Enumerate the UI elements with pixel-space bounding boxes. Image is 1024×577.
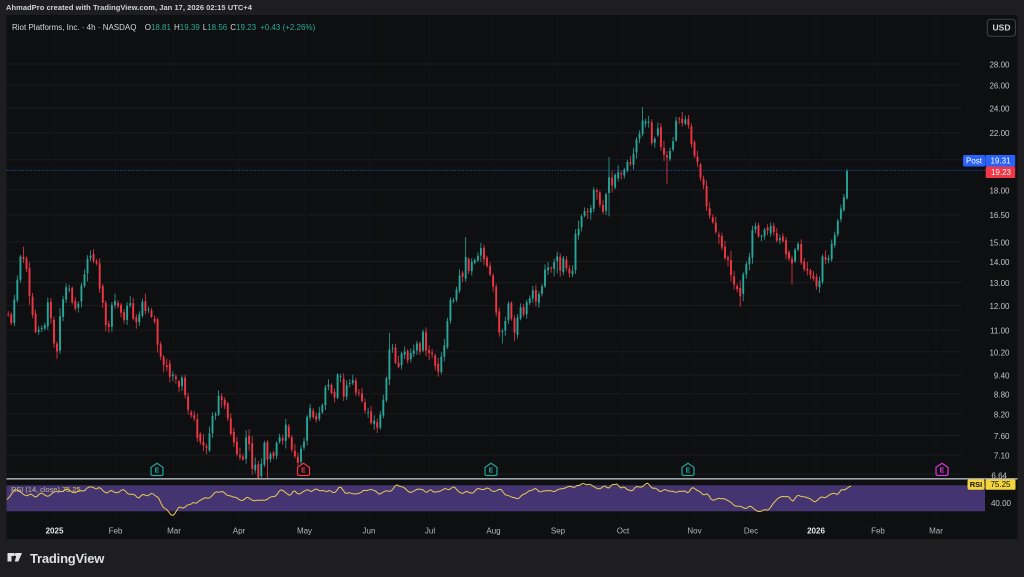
svg-text:Post: Post xyxy=(966,156,983,165)
svg-text:7.60: 7.60 xyxy=(994,432,1010,441)
svg-text:28.00: 28.00 xyxy=(989,61,1010,70)
svg-text:8.20: 8.20 xyxy=(994,411,1010,420)
svg-text:Jun: Jun xyxy=(363,527,376,536)
svg-text:E: E xyxy=(489,468,494,475)
svg-text:11.00: 11.00 xyxy=(990,327,1010,336)
svg-text:13.00: 13.00 xyxy=(989,279,1010,288)
svg-text:19.31: 19.31 xyxy=(990,157,1011,166)
svg-text:18.00: 18.00 xyxy=(989,186,1010,195)
svg-text:USD: USD xyxy=(993,23,1011,33)
svg-text:RSI (14, close) 75.25: RSI (14, close) 75.25 xyxy=(11,485,80,494)
svg-text:Oct: Oct xyxy=(617,527,630,536)
svg-text:16.50: 16.50 xyxy=(989,211,1010,220)
svg-text:RSI: RSI xyxy=(970,480,983,489)
svg-text:7.10: 7.10 xyxy=(994,452,1010,461)
svg-text:E: E xyxy=(940,468,945,475)
svg-text:Feb: Feb xyxy=(871,527,885,536)
svg-text:24.00: 24.00 xyxy=(989,104,1010,113)
svg-text:15.00: 15.00 xyxy=(989,238,1010,247)
svg-text:22.00: 22.00 xyxy=(989,129,1010,138)
svg-text:Jul: Jul xyxy=(425,527,435,536)
svg-text:Feb: Feb xyxy=(109,527,123,536)
svg-text:Dec: Dec xyxy=(744,527,758,536)
svg-text:E: E xyxy=(301,468,306,475)
svg-text:2025: 2025 xyxy=(46,527,64,536)
svg-text:E: E xyxy=(155,468,160,475)
svg-text:6.64: 6.64 xyxy=(991,471,1007,480)
svg-text:14.00: 14.00 xyxy=(989,258,1010,267)
svg-text:2026: 2026 xyxy=(807,527,825,536)
svg-text:Mar: Mar xyxy=(167,527,181,536)
svg-text:9.40: 9.40 xyxy=(994,372,1010,381)
svg-text:E: E xyxy=(686,468,691,475)
svg-text:Mar: Mar xyxy=(929,527,943,536)
svg-text:Nov: Nov xyxy=(687,527,701,536)
svg-text:8.80: 8.80 xyxy=(994,390,1010,399)
svg-text:26.00: 26.00 xyxy=(989,82,1010,91)
svg-text:10.20: 10.20 xyxy=(989,348,1010,357)
svg-text:Riot Platforms, Inc. · 4h · NA: Riot Platforms, Inc. · 4h · NASDAQ O18.8… xyxy=(12,23,316,32)
svg-text:40.00: 40.00 xyxy=(991,499,1012,508)
svg-text:19.23: 19.23 xyxy=(991,168,1012,177)
svg-text:May: May xyxy=(297,527,312,536)
svg-text:12.00: 12.00 xyxy=(989,302,1010,311)
svg-text:Aug: Aug xyxy=(486,527,500,536)
svg-text:Sep: Sep xyxy=(551,527,566,536)
svg-text:Apr: Apr xyxy=(233,527,246,536)
svg-text:75.25: 75.25 xyxy=(990,480,1011,489)
